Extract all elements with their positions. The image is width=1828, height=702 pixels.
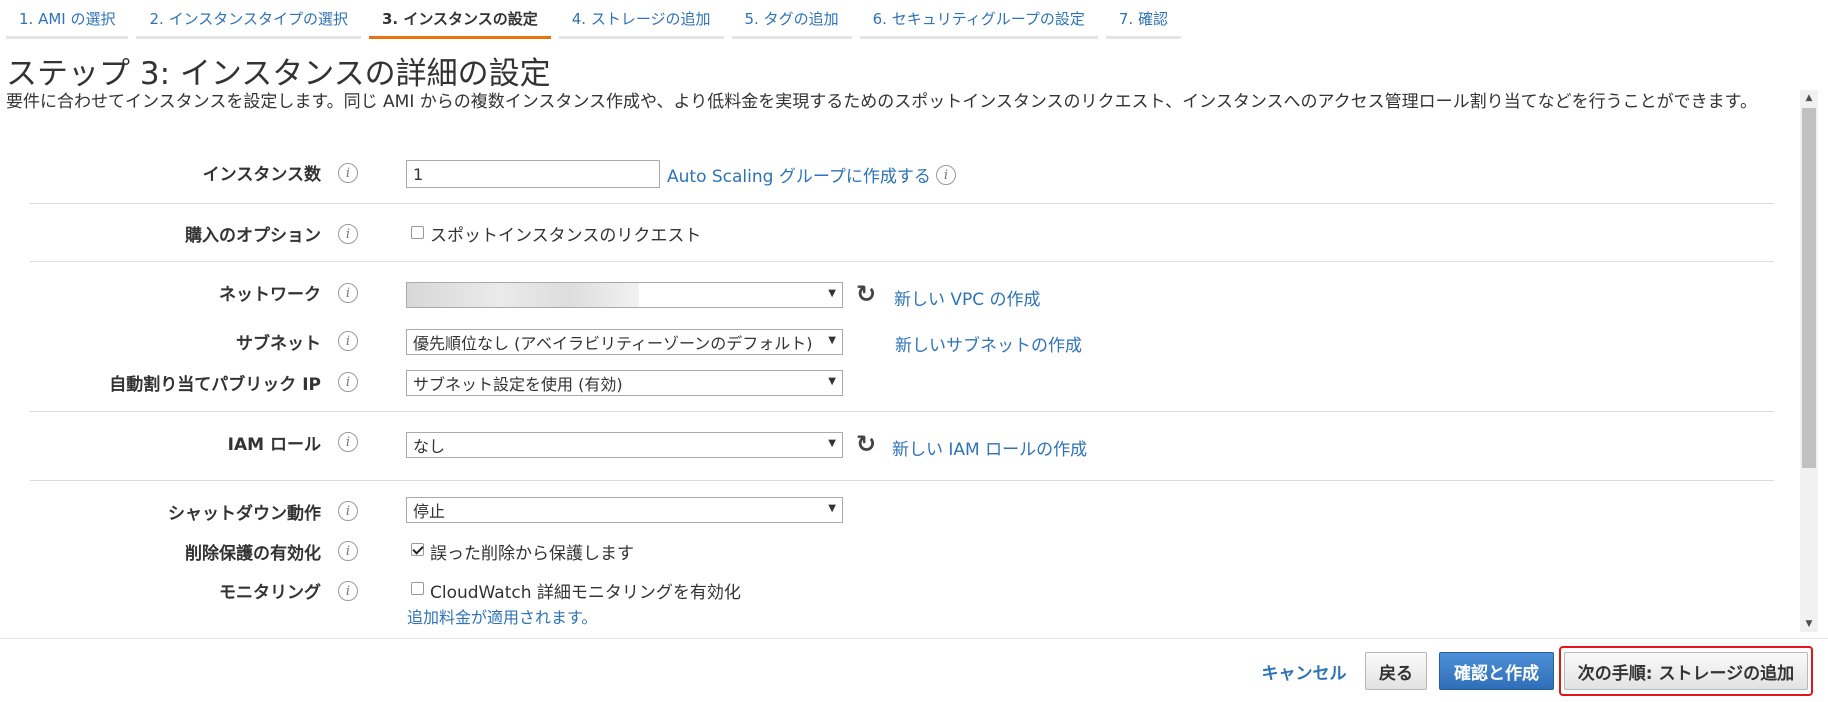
- monitoring-label: モニタリング: [219, 583, 321, 603]
- page-description: 要件に合わせてインスタンスを設定します。同じ AMI からの複数インスタンス作成…: [6, 92, 1757, 112]
- page-title: ステップ 3: インスタンスの詳細の設定: [6, 56, 551, 92]
- vertical-scrollbar[interactable]: ▲ ▼: [1800, 90, 1818, 632]
- divider: [30, 261, 1774, 262]
- shutdown-behavior-select[interactable]: 停止 ▼: [406, 497, 843, 523]
- create-subnet-link[interactable]: 新しいサブネットの作成: [895, 331, 1082, 356]
- highlight-box: [1559, 646, 1813, 696]
- tab-configure-instance[interactable]: 3. インスタンスの設定: [368, 0, 551, 39]
- chevron-down-icon: ▼: [828, 335, 836, 346]
- wizard-tabs: 1. AMI の選択 2. インスタンスタイプの選択 3. インスタンスの設定 …: [6, 0, 1189, 39]
- info-icon[interactable]: i: [338, 372, 358, 392]
- auto-scaling-link[interactable]: Auto Scaling グループに作成する: [667, 162, 931, 187]
- review-and-launch-button[interactable]: 確認と作成: [1439, 652, 1554, 690]
- tab-instance-type[interactable]: 2. インスタンスタイプの選択: [136, 0, 361, 39]
- purchase-option-label: 購入のオプション: [185, 226, 321, 246]
- divider: [30, 203, 1774, 204]
- scroll-up-arrow-icon[interactable]: ▲: [1800, 90, 1818, 106]
- tab-ami[interactable]: 1. AMI の選択: [6, 0, 129, 39]
- subnet-value: 優先順位なし (アベイラビリティーゾーンのデフォルト): [413, 334, 813, 353]
- chevron-down-icon: ▼: [828, 288, 836, 299]
- back-button[interactable]: 戻る: [1365, 652, 1427, 690]
- subnet-select[interactable]: 優先順位なし (アベイラビリティーゾーンのデフォルト) ▼: [406, 329, 843, 355]
- iam-role-value: なし: [413, 437, 446, 456]
- refresh-icon[interactable]: ↻: [856, 282, 880, 306]
- tab-review[interactable]: 7. 確認: [1105, 0, 1181, 39]
- termination-protection-checkbox[interactable]: [411, 543, 424, 556]
- iam-role-label: IAM ロール: [227, 435, 321, 455]
- redacted-network-value: [407, 283, 639, 307]
- network-select[interactable]: ▼: [406, 282, 843, 308]
- create-iam-role-link[interactable]: 新しい IAM ロールの作成: [892, 435, 1087, 460]
- spot-request-checkbox[interactable]: [411, 226, 424, 239]
- additional-charges-link[interactable]: 追加料金が適用されます。: [407, 604, 597, 628]
- scroll-thumb[interactable]: [1802, 108, 1816, 468]
- info-icon[interactable]: i: [338, 283, 358, 303]
- divider: [30, 480, 1774, 481]
- instance-count-input[interactable]: [406, 160, 660, 188]
- chevron-down-icon: ▼: [828, 503, 836, 514]
- footer-divider: [0, 638, 1828, 639]
- termination-protection-text: 誤った削除から保護します: [430, 544, 634, 564]
- spot-request-label: スポットインスタンスのリクエスト: [430, 226, 702, 246]
- public-ip-value: サブネット設定を使用 (有効): [413, 375, 623, 394]
- cancel-button[interactable]: キャンセル: [1254, 652, 1354, 690]
- shutdown-behavior-value: 停止: [413, 502, 446, 521]
- info-icon[interactable]: i: [338, 432, 358, 452]
- termination-protection-label: 削除保護の有効化: [185, 544, 321, 564]
- tab-security-group[interactable]: 6. セキュリティグループの設定: [859, 0, 1098, 39]
- instance-count-label: インスタンス数: [202, 165, 321, 185]
- divider: [30, 411, 1774, 412]
- detailed-monitoring-checkbox[interactable]: [411, 582, 424, 595]
- info-icon[interactable]: i: [338, 581, 358, 601]
- create-vpc-link[interactable]: 新しい VPC の作成: [894, 285, 1041, 310]
- tab-add-tags[interactable]: 5. タグの追加: [731, 0, 852, 39]
- shutdown-behavior-label: シャットダウン動作: [168, 504, 321, 524]
- info-icon[interactable]: i: [338, 163, 358, 183]
- public-ip-label: 自動割り当てパブリック IP: [109, 375, 321, 395]
- iam-role-select[interactable]: なし ▼: [406, 432, 843, 458]
- scroll-down-arrow-icon[interactable]: ▼: [1800, 616, 1818, 632]
- chevron-down-icon: ▼: [828, 376, 836, 387]
- public-ip-select[interactable]: サブネット設定を使用 (有効) ▼: [406, 370, 843, 396]
- chevron-down-icon: ▼: [828, 438, 836, 449]
- info-icon[interactable]: i: [338, 501, 358, 521]
- refresh-icon[interactable]: ↻: [856, 432, 880, 456]
- subnet-label: サブネット: [236, 334, 321, 354]
- detailed-monitoring-text: CloudWatch 詳細モニタリングを有効化: [430, 583, 741, 603]
- network-label: ネットワーク: [219, 285, 321, 305]
- info-icon[interactable]: i: [338, 224, 358, 244]
- info-icon[interactable]: i: [338, 331, 358, 351]
- info-icon[interactable]: i: [936, 165, 956, 185]
- info-icon[interactable]: i: [338, 541, 358, 561]
- tab-add-storage[interactable]: 4. ストレージの追加: [558, 0, 724, 39]
